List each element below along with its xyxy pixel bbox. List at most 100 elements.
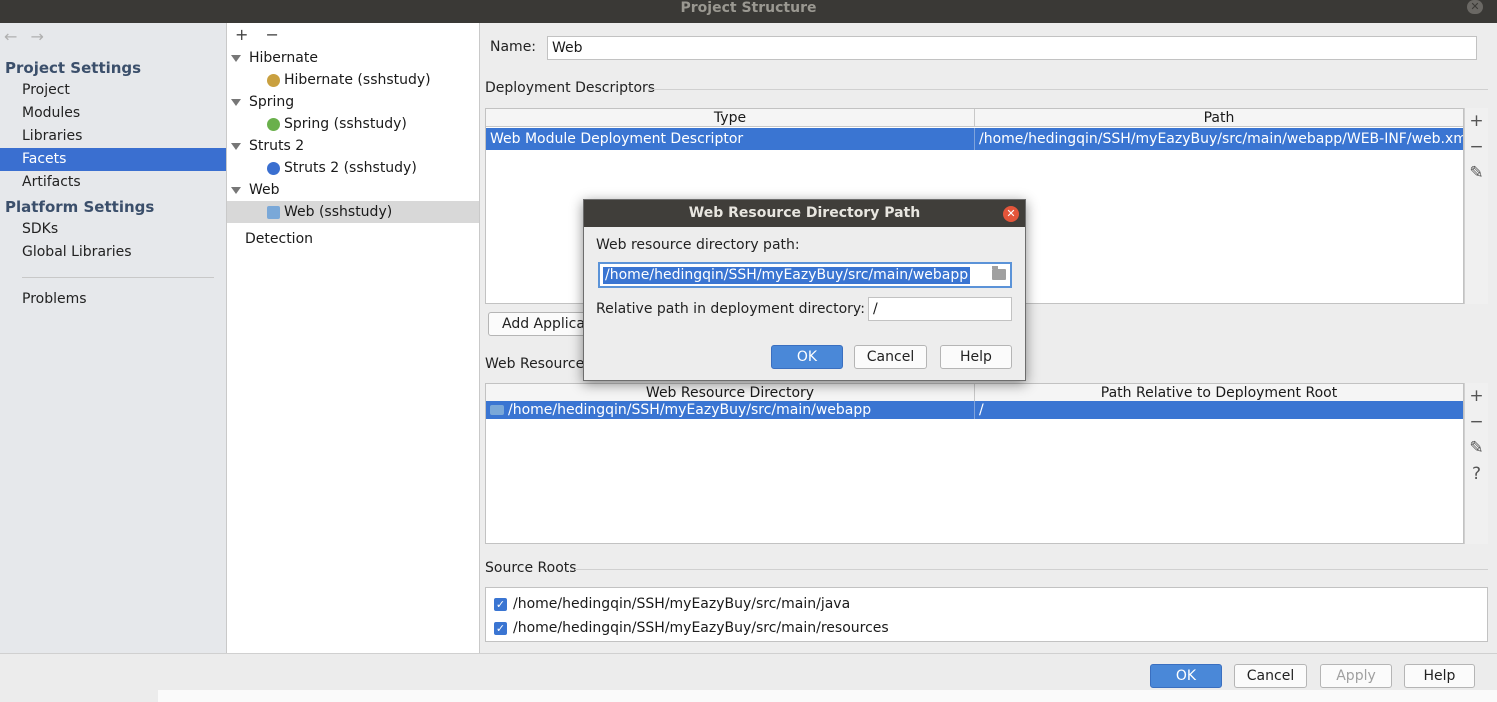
ok-button[interactable]: OK bbox=[1150, 664, 1222, 688]
list-item[interactable]: ✓ /home/hedingqin/SSH/myEazyBuy/src/main/… bbox=[494, 593, 850, 615]
cancel-button[interactable]: Cancel bbox=[1234, 664, 1307, 688]
column-header-relative-path[interactable]: Path Relative to Deployment Root bbox=[975, 384, 1463, 402]
column-header-path[interactable]: Path bbox=[975, 109, 1463, 127]
expand-triangle-icon[interactable] bbox=[231, 54, 241, 62]
struts-gear-icon bbox=[267, 161, 280, 175]
nav-item-sdks[interactable]: SDKs bbox=[0, 218, 226, 241]
table-header: Type Path bbox=[486, 109, 1463, 127]
expand-triangle-icon[interactable] bbox=[231, 98, 241, 106]
table-header: Web Resource Directory Path Relative to … bbox=[486, 384, 1463, 402]
deployment-descriptors-heading: Deployment Descriptors bbox=[485, 80, 656, 96]
descriptor-side-toolbar: + − ✎ bbox=[1464, 108, 1488, 304]
source-roots-list: ✓ /home/hedingqin/SSH/myEazyBuy/src/main/… bbox=[485, 587, 1488, 642]
nav-item-project[interactable]: Project bbox=[0, 79, 226, 102]
tree-item-hibernate-sshstudy[interactable]: Hibernate (sshstudy) bbox=[227, 69, 479, 91]
section-divider bbox=[575, 569, 1488, 570]
column-header-type[interactable]: Type bbox=[486, 109, 975, 127]
column-header-web-resource-directory[interactable]: Web Resource Directory bbox=[486, 384, 975, 402]
tree-group-web[interactable]: Web bbox=[227, 179, 479, 201]
selected-path-text: /home/hedingqin/SSH/myEazyBuy/src/main/w… bbox=[603, 267, 971, 284]
source-root-path: /home/hedingqin/SSH/myEazyBuy/src/main/j… bbox=[513, 596, 851, 612]
expand-triangle-icon[interactable] bbox=[231, 142, 241, 150]
tree-group-label: Struts 2 bbox=[249, 138, 305, 154]
nav-item-modules[interactable]: Modules bbox=[0, 102, 226, 125]
add-icon[interactable]: + bbox=[1465, 383, 1488, 409]
dialog-close-icon[interactable]: ✕ bbox=[1003, 206, 1019, 222]
relative-path-label: Relative path in deployment directory: bbox=[596, 301, 865, 317]
apply-button[interactable]: Apply bbox=[1320, 664, 1392, 688]
remove-icon[interactable]: − bbox=[1465, 409, 1488, 435]
dialog-cancel-button[interactable]: Cancel bbox=[854, 345, 927, 369]
descriptor-path-cell: /home/hedingqin/SSH/myEazyBuy/src/main/w… bbox=[979, 131, 1463, 147]
project-settings-heading: Project Settings bbox=[5, 59, 142, 77]
help-icon[interactable]: ? bbox=[1465, 461, 1488, 487]
web-facet-icon bbox=[267, 205, 280, 219]
web-resource-directory-path: /home/hedingqin/SSH/myEazyBuy/src/main/w… bbox=[508, 402, 872, 418]
descriptor-type-cell: Web Module Deployment Descriptor bbox=[486, 128, 975, 150]
nav-item-problems[interactable]: Problems bbox=[0, 288, 226, 311]
dialog-help-button[interactable]: Help bbox=[940, 345, 1012, 369]
tree-item-web-sshstudy[interactable]: Web (sshstudy) bbox=[227, 201, 479, 223]
nav-item-facets[interactable]: Facets bbox=[0, 148, 226, 171]
window-close-button[interactable]: ✕ bbox=[1467, 0, 1483, 14]
browse-folder-icon[interactable] bbox=[992, 266, 1006, 280]
facet-tree: + − Hibernate Hibernate (sshstudy) Sprin… bbox=[226, 23, 480, 653]
web-resource-directory-dialog: Web Resource Directory Path ✕ Web resour… bbox=[583, 199, 1026, 381]
help-button[interactable]: Help bbox=[1404, 664, 1475, 688]
window-title-bar: Project Structure ✕ bbox=[0, 0, 1497, 23]
path-label: Web resource directory path: bbox=[596, 237, 800, 253]
web-resource-directory-cell: /home/hedingqin/SSH/myEazyBuy/src/main/w… bbox=[486, 401, 975, 419]
source-root-path: /home/hedingqin/SSH/myEazyBuy/src/main/r… bbox=[513, 620, 889, 636]
edit-pencil-icon[interactable]: ✎ bbox=[1465, 435, 1488, 461]
checkbox-checked-icon[interactable]: ✓ bbox=[494, 621, 507, 635]
tree-group-hibernate[interactable]: Hibernate bbox=[227, 47, 479, 69]
table-row[interactable]: Web Module Deployment Descriptor /home/h… bbox=[486, 128, 1463, 150]
background-console-strip bbox=[158, 690, 1497, 702]
tree-item-struts2-sshstudy[interactable]: Struts 2 (sshstudy) bbox=[227, 157, 479, 179]
tree-item-detection[interactable]: Detection bbox=[227, 228, 479, 250]
tree-group-struts2[interactable]: Struts 2 bbox=[227, 135, 479, 157]
name-input[interactable]: Web bbox=[547, 36, 1477, 60]
dialog-ok-button[interactable]: OK bbox=[771, 345, 843, 369]
spring-leaf-icon bbox=[267, 117, 280, 131]
tree-item-spring-sshstudy[interactable]: Spring (sshstudy) bbox=[227, 113, 479, 135]
expand-triangle-icon[interactable] bbox=[231, 186, 241, 194]
history-arrows: ← → bbox=[4, 27, 52, 46]
back-arrow-icon[interactable]: ← bbox=[4, 27, 17, 46]
platform-settings-heading: Platform Settings bbox=[5, 198, 155, 216]
checkbox-checked-icon[interactable]: ✓ bbox=[494, 597, 507, 611]
tree-group-label: Hibernate bbox=[249, 50, 318, 66]
add-application-server-button[interactable]: Add Applica bbox=[488, 312, 598, 336]
tree-remove-icon[interactable]: − bbox=[266, 25, 279, 44]
dialog-title-bar: Web Resource Directory Path ✕ bbox=[584, 200, 1025, 227]
add-icon[interactable]: + bbox=[1465, 108, 1488, 134]
tree-item-label: Spring (sshstudy) bbox=[284, 116, 407, 132]
tree-add-icon[interactable]: + bbox=[235, 25, 248, 44]
tree-group-label: Web bbox=[249, 182, 280, 198]
dialog-title: Web Resource Directory Path bbox=[688, 205, 921, 221]
remove-icon[interactable]: − bbox=[1465, 134, 1488, 160]
web-resource-path-input[interactable]: /home/hedingqin/SSH/myEazyBuy/src/main/w… bbox=[598, 262, 1012, 288]
window-title: Project Structure bbox=[680, 0, 817, 16]
tree-item-label: Hibernate (sshstudy) bbox=[284, 72, 431, 88]
relative-path-cell: / bbox=[979, 402, 984, 418]
tree-item-label: Struts 2 (sshstudy) bbox=[284, 160, 417, 176]
nav-item-global-libraries[interactable]: Global Libraries bbox=[0, 241, 226, 264]
folder-icon bbox=[490, 405, 504, 415]
list-item[interactable]: ✓ /home/hedingqin/SSH/myEazyBuy/src/main/… bbox=[494, 617, 889, 639]
nav-item-artifacts[interactable]: Artifacts bbox=[0, 171, 226, 194]
relative-path-input[interactable]: / bbox=[868, 297, 1012, 321]
forward-arrow-icon[interactable]: → bbox=[31, 27, 44, 46]
tree-group-spring[interactable]: Spring bbox=[227, 91, 479, 113]
source-roots-heading: Source Roots bbox=[485, 560, 577, 576]
web-resource-directories-table: Web Resource Directory Path Relative to … bbox=[485, 383, 1464, 544]
tree-toolbar: + − bbox=[235, 25, 291, 44]
table-row[interactable]: /home/hedingqin/SSH/myEazyBuy/src/main/w… bbox=[486, 401, 1463, 419]
nav-separator bbox=[22, 277, 214, 278]
section-divider bbox=[648, 89, 1488, 90]
edit-pencil-icon[interactable]: ✎ bbox=[1465, 160, 1488, 186]
left-navigation: ← → Project Settings Project Modules Lib… bbox=[0, 23, 226, 653]
nav-item-libraries[interactable]: Libraries bbox=[0, 125, 226, 148]
tree-item-label: Web (sshstudy) bbox=[284, 204, 393, 220]
background-window-edge bbox=[1488, 70, 1497, 190]
